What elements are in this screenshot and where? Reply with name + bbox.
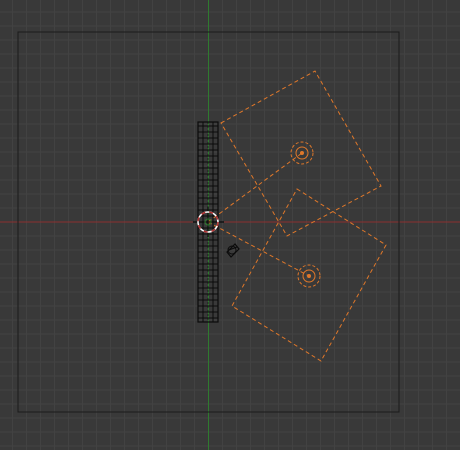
viewport-grid [0,0,460,450]
spot-lamp-lower[interactable] [207,188,387,362]
3d-viewport[interactable] [0,0,460,450]
